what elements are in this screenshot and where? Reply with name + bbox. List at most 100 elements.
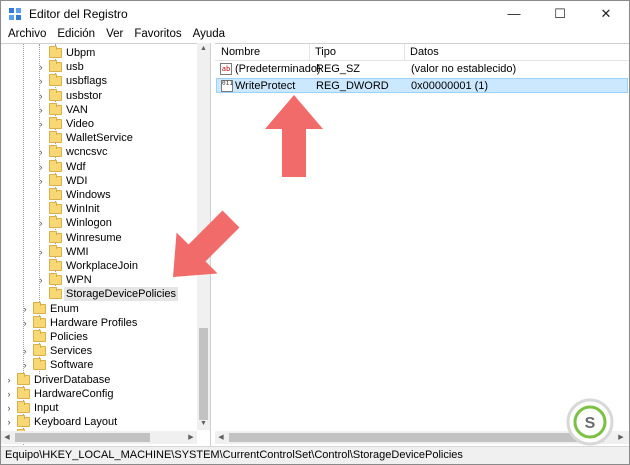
tree-item-policies[interactable]: Policies bbox=[1, 330, 197, 344]
chevron-right-icon[interactable]: › bbox=[4, 415, 14, 429]
folder-icon bbox=[17, 401, 30, 413]
chevron-right-icon[interactable]: › bbox=[36, 60, 46, 74]
folder-icon bbox=[49, 159, 62, 172]
tree-item-wdf[interactable]: › Wdf bbox=[1, 159, 197, 174]
tree-item-usbflags[interactable]: › usbflags bbox=[1, 74, 197, 88]
chevron-right-icon[interactable]: › bbox=[20, 316, 30, 330]
registry-values-list[interactable]: Nombre Tipo Datos ab (Predeterminado) RE… bbox=[215, 43, 629, 446]
tree-item-label: HardwareConfig bbox=[34, 387, 114, 400]
column-header-datos[interactable]: Datos bbox=[410, 46, 439, 58]
tree-item-label: usbstor bbox=[66, 89, 103, 102]
tree-item-label: Input bbox=[34, 402, 59, 414]
list-hscroll-thumb[interactable] bbox=[229, 433, 604, 442]
tree-item-wcncsvc[interactable]: › wcncsvc bbox=[1, 145, 197, 159]
chevron-right-icon[interactable]: › bbox=[36, 216, 46, 230]
folder-icon bbox=[49, 188, 62, 200]
tree-item-hardwareconfig[interactable]: › HardwareConfig bbox=[1, 386, 197, 401]
tree-item-van[interactable]: › VAN bbox=[1, 102, 197, 117]
tree-scroll-thumb[interactable] bbox=[199, 328, 208, 420]
folder-icon bbox=[17, 386, 30, 399]
folder-icon bbox=[33, 344, 46, 357]
scroll-up-arrow-icon[interactable]: ▲ bbox=[197, 43, 210, 55]
folder-icon bbox=[33, 358, 46, 371]
folder-icon bbox=[49, 244, 62, 257]
value-row-writeprotect[interactable]: 011 WriteProtect REG_DWORD 0x00000001 (1… bbox=[216, 78, 628, 93]
menu-ayuda[interactable]: Ayuda bbox=[189, 26, 229, 42]
tree-item-usbstor[interactable]: › usbstor bbox=[1, 88, 197, 103]
scroll-right-arrow-icon[interactable]: ▶ bbox=[185, 431, 197, 444]
tree-item-label: Hardware Profiles bbox=[50, 316, 138, 329]
tree-item-workplacejoin[interactable]: WorkplaceJoin bbox=[1, 259, 197, 273]
tree-item-wininit[interactable]: WinInit bbox=[1, 202, 197, 216]
folder-icon bbox=[49, 287, 62, 300]
tree-item-winlogon[interactable]: › Winlogon bbox=[1, 216, 197, 230]
tree-item-software[interactable]: › Software bbox=[1, 358, 197, 372]
chevron-right-icon[interactable]: › bbox=[20, 302, 30, 316]
value-row-predeterminado[interactable]: ab (Predeterminado) REG_SZ (valor no est… bbox=[216, 62, 628, 77]
menu-ver[interactable]: Ver bbox=[102, 26, 127, 42]
tree-item-hardware-profiles[interactable]: › Hardware Profiles bbox=[1, 315, 197, 330]
folder-icon bbox=[49, 259, 62, 271]
close-button[interactable]: ✕ bbox=[583, 1, 629, 26]
folder-icon bbox=[49, 117, 62, 129]
chevron-right-icon[interactable]: › bbox=[36, 160, 46, 174]
scroll-down-arrow-icon[interactable]: ▼ bbox=[197, 418, 210, 430]
folder-icon bbox=[33, 301, 46, 314]
chevron-right-icon[interactable]: › bbox=[36, 273, 46, 287]
tree-item-label: usb bbox=[66, 61, 84, 74]
tree-item-usb[interactable]: › usb bbox=[1, 60, 197, 74]
registry-key-tree[interactable]: Ubpm › usb › usbflags › usbstor › VAN › Video Walle… bbox=[1, 43, 211, 446]
folder-icon bbox=[49, 131, 62, 144]
tree-item-walletservice[interactable]: WalletService bbox=[1, 131, 197, 145]
chevron-right-icon[interactable]: › bbox=[4, 387, 14, 401]
tree-item-wpn[interactable]: › WPN bbox=[1, 273, 197, 287]
folder-icon bbox=[49, 273, 62, 286]
value-type: REG_DWORD bbox=[316, 80, 389, 92]
menu-archivo[interactable]: Archivo bbox=[4, 26, 50, 42]
maximize-button[interactable]: ☐ bbox=[537, 1, 583, 26]
column-header-nombre[interactable]: Nombre bbox=[221, 46, 260, 58]
tree-item-winresume[interactable]: Winresume bbox=[1, 230, 197, 245]
chevron-right-icon[interactable]: › bbox=[36, 245, 46, 259]
chevron-right-icon[interactable]: › bbox=[36, 74, 46, 88]
menu-favoritos[interactable]: Favoritos bbox=[130, 26, 185, 42]
tree-item-keyboard-layout[interactable]: › Keyboard Layout bbox=[1, 415, 197, 429]
menu-edicion[interactable]: Edición bbox=[53, 26, 99, 42]
chevron-right-icon[interactable]: › bbox=[36, 145, 46, 159]
tree-item-services[interactable]: › Services bbox=[1, 344, 197, 358]
folder-icon bbox=[49, 216, 62, 229]
tree-item-wdi[interactable]: › WDI bbox=[1, 173, 197, 188]
chevron-right-icon[interactable]: › bbox=[4, 401, 14, 415]
tree-item-label: WMI bbox=[66, 245, 89, 258]
chevron-right-icon[interactable]: › bbox=[36, 174, 46, 188]
scroll-left-arrow-icon[interactable]: ◀ bbox=[1, 431, 13, 444]
tree-item-label: Wdf bbox=[66, 160, 86, 173]
tree-item-wmi[interactable]: › WMI bbox=[1, 244, 197, 259]
minimize-button[interactable]: — bbox=[491, 1, 537, 26]
chevron-right-icon[interactable]: › bbox=[4, 373, 14, 387]
scroll-right-arrow-icon[interactable]: ▶ bbox=[615, 431, 627, 444]
tree-vertical-scrollbar[interactable]: ▲ ▼ bbox=[197, 43, 210, 430]
tree-horizontal-scrollbar[interactable]: ◀ ▶ bbox=[1, 431, 197, 444]
tree-item-video[interactable]: › Video bbox=[1, 117, 197, 131]
value-name: WriteProtect bbox=[235, 80, 296, 92]
chevron-right-icon[interactable]: › bbox=[20, 358, 30, 372]
chevron-right-icon[interactable]: › bbox=[20, 344, 30, 358]
tree-item-storagedevicepolicies[interactable]: StorageDevicePolicies bbox=[1, 287, 197, 302]
folder-icon bbox=[49, 74, 62, 87]
chevron-right-icon[interactable]: › bbox=[36, 89, 46, 103]
tree-item-driverdatabase[interactable]: › DriverDatabase bbox=[1, 372, 197, 387]
tree-item-windows[interactable]: Windows bbox=[1, 188, 197, 202]
chevron-right-icon[interactable]: › bbox=[36, 117, 46, 131]
chevron-right-icon[interactable]: › bbox=[36, 103, 46, 117]
tree-item-input[interactable]: › Input bbox=[1, 401, 197, 415]
tree-item-label: Enum bbox=[50, 302, 79, 315]
status-bar-path: Equipo\HKEY_LOCAL_MACHINE\SYSTEM\Current… bbox=[1, 446, 629, 464]
tree-hscroll-thumb[interactable] bbox=[15, 433, 150, 442]
tree-item-enum[interactable]: › Enum bbox=[1, 301, 197, 316]
tree-item-ubpm[interactable]: Ubpm bbox=[1, 46, 197, 60]
tree-item-label: WinInit bbox=[66, 203, 100, 216]
scroll-left-arrow-icon[interactable]: ◀ bbox=[215, 431, 227, 444]
list-header: Nombre Tipo Datos bbox=[215, 44, 629, 61]
column-header-tipo[interactable]: Tipo bbox=[315, 46, 336, 58]
